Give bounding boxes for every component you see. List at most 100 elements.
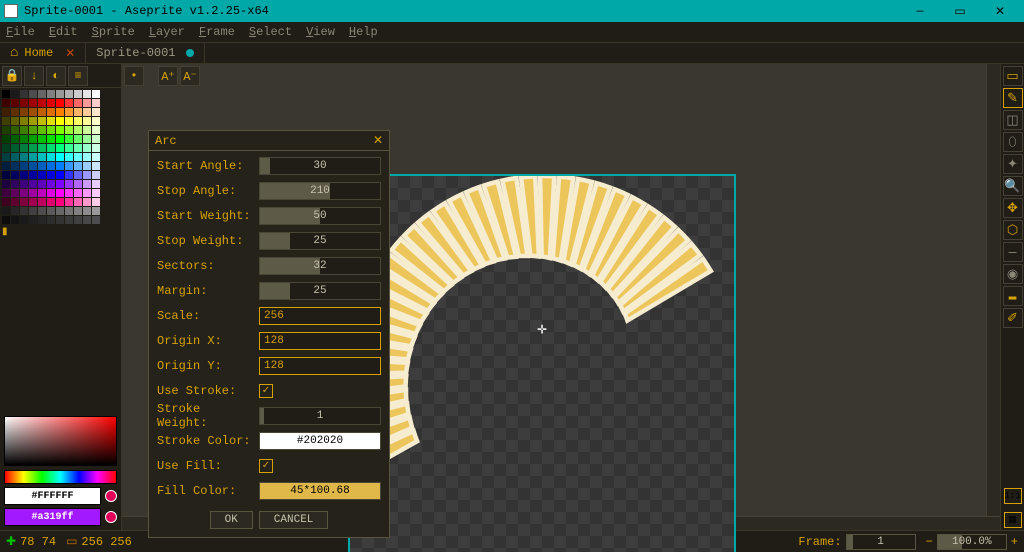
stop-weight-slider[interactable]: 25 bbox=[259, 232, 381, 250]
palette-swatch[interactable] bbox=[47, 198, 55, 206]
tab-home-close-icon[interactable]: ✕ bbox=[65, 46, 75, 61]
palette-swatch[interactable] bbox=[47, 189, 55, 197]
palette-swatch[interactable] bbox=[2, 108, 10, 116]
palette-swatch[interactable] bbox=[83, 198, 91, 206]
tool-magic-wand[interactable]: ✦ bbox=[1003, 154, 1023, 174]
stroke-weight-slider[interactable]: 1 bbox=[259, 407, 381, 425]
palette-swatch[interactable] bbox=[29, 99, 37, 107]
palette-swatch[interactable] bbox=[2, 135, 10, 143]
palette-swatch[interactable] bbox=[92, 189, 100, 197]
palette-swatch[interactable] bbox=[56, 162, 64, 170]
palette-swatch[interactable] bbox=[20, 90, 28, 98]
menu-view[interactable]: View bbox=[306, 25, 335, 39]
palette-swatch[interactable] bbox=[38, 171, 46, 179]
palette-swatch[interactable] bbox=[11, 162, 19, 170]
origin-y-input[interactable]: 128 bbox=[259, 357, 381, 375]
menu-frame[interactable]: Frame bbox=[199, 25, 235, 39]
use-fill-checkbox[interactable]: ✓ bbox=[259, 459, 273, 473]
palette-swatch[interactable] bbox=[83, 216, 91, 224]
palette-swatch[interactable] bbox=[2, 198, 10, 206]
palette-swatch[interactable] bbox=[65, 117, 73, 125]
palette-swatch[interactable] bbox=[38, 207, 46, 215]
palette-swatch[interactable] bbox=[20, 171, 28, 179]
tool-line[interactable]: — bbox=[1003, 242, 1023, 262]
palette-swatch[interactable] bbox=[65, 126, 73, 134]
palette-swatch[interactable] bbox=[47, 162, 55, 170]
palette-swatch[interactable] bbox=[65, 153, 73, 161]
tool-polygon[interactable]: ⬡ bbox=[1003, 220, 1023, 240]
palette-swatch[interactable] bbox=[38, 99, 46, 107]
palette-swatch[interactable] bbox=[11, 180, 19, 188]
use-stroke-checkbox[interactable]: ✓ bbox=[259, 384, 273, 398]
palette-swatch[interactable] bbox=[92, 117, 100, 125]
palette-swatch[interactable] bbox=[47, 99, 55, 107]
menu-edit[interactable]: Edit bbox=[49, 25, 78, 39]
palette-swatch[interactable] bbox=[11, 171, 19, 179]
palette-swatch[interactable] bbox=[20, 198, 28, 206]
palette-swatch[interactable] bbox=[74, 144, 82, 152]
palette-swatch[interactable] bbox=[65, 207, 73, 215]
palette-swatch[interactable] bbox=[38, 126, 46, 134]
palette-swatch[interactable] bbox=[47, 216, 55, 224]
ok-button[interactable]: OK bbox=[210, 511, 253, 529]
palette-preset-button[interactable]: ◐ bbox=[46, 66, 66, 86]
palette-swatch[interactable] bbox=[56, 198, 64, 206]
tool-marquee[interactable]: ▭ bbox=[1003, 66, 1023, 86]
palette-swatch[interactable] bbox=[2, 216, 10, 224]
palette-swatch[interactable] bbox=[74, 90, 82, 98]
vertical-scrollbar[interactable] bbox=[986, 64, 1000, 516]
palette-swatch[interactable] bbox=[56, 207, 64, 215]
palette-swatch[interactable] bbox=[2, 189, 10, 197]
palette-swatch[interactable] bbox=[47, 90, 55, 98]
palette-swatch[interactable] bbox=[29, 198, 37, 206]
palette-swatch[interactable] bbox=[83, 108, 91, 116]
start-angle-slider[interactable]: 30 bbox=[259, 157, 381, 175]
palette-swatch[interactable] bbox=[20, 117, 28, 125]
fit-screen-button[interactable]: ▦ bbox=[1004, 512, 1022, 528]
palette-swatch[interactable] bbox=[56, 135, 64, 143]
palette-swatch[interactable] bbox=[56, 189, 64, 197]
tool-zoom[interactable]: 🔍 bbox=[1003, 176, 1023, 196]
palette-swatch[interactable] bbox=[56, 171, 64, 179]
margin-slider[interactable]: 25 bbox=[259, 282, 381, 300]
tool-eyedropper[interactable]: ⬯ bbox=[1003, 132, 1023, 152]
start-weight-slider[interactable]: 50 bbox=[259, 207, 381, 225]
palette-swatch[interactable] bbox=[74, 135, 82, 143]
palette-swatch[interactable] bbox=[29, 216, 37, 224]
palette-swatch[interactable] bbox=[20, 207, 28, 215]
palette-swatch[interactable] bbox=[29, 189, 37, 197]
palette-swatch[interactable] bbox=[83, 153, 91, 161]
palette-swatch[interactable] bbox=[92, 126, 100, 134]
menu-sprite[interactable]: Sprite bbox=[92, 25, 135, 39]
palette-swatch[interactable] bbox=[38, 135, 46, 143]
palette-swatch[interactable] bbox=[65, 135, 73, 143]
palette-swatch[interactable] bbox=[47, 180, 55, 188]
palette-swatch[interactable] bbox=[65, 180, 73, 188]
palette-swatch[interactable] bbox=[2, 180, 10, 188]
palette-swatch[interactable] bbox=[38, 216, 46, 224]
palette-swatch[interactable] bbox=[29, 207, 37, 215]
palette-swatch[interactable] bbox=[47, 207, 55, 215]
palette-swatch[interactable] bbox=[11, 117, 19, 125]
palette-swatch[interactable] bbox=[11, 126, 19, 134]
palette-swatch[interactable] bbox=[38, 90, 46, 98]
palette-swatch[interactable] bbox=[2, 144, 10, 152]
palette-swatch[interactable] bbox=[83, 171, 91, 179]
tool-rectangle[interactable]: ▬ bbox=[1003, 286, 1023, 306]
sprite-canvas[interactable]: ✛ bbox=[348, 174, 736, 552]
palette-swatch[interactable] bbox=[2, 99, 10, 107]
palette-swatch[interactable] bbox=[65, 144, 73, 152]
palette-swatch[interactable] bbox=[47, 108, 55, 116]
menu-layer[interactable]: Layer bbox=[149, 25, 185, 39]
palette-swatch[interactable] bbox=[38, 198, 46, 206]
palette-swatch[interactable] bbox=[74, 117, 82, 125]
palette-swatch[interactable] bbox=[20, 144, 28, 152]
palette-swatch[interactable] bbox=[38, 117, 46, 125]
background-swatch[interactable]: #a319ff bbox=[4, 508, 101, 526]
decrease-brush-button[interactable]: A⁻ bbox=[180, 66, 200, 86]
palette-swatch[interactable] bbox=[56, 144, 64, 152]
palette-swatch[interactable] bbox=[92, 144, 100, 152]
palette-swatch[interactable] bbox=[11, 207, 19, 215]
palette-swatch[interactable] bbox=[65, 90, 73, 98]
palette-swatch[interactable] bbox=[29, 108, 37, 116]
